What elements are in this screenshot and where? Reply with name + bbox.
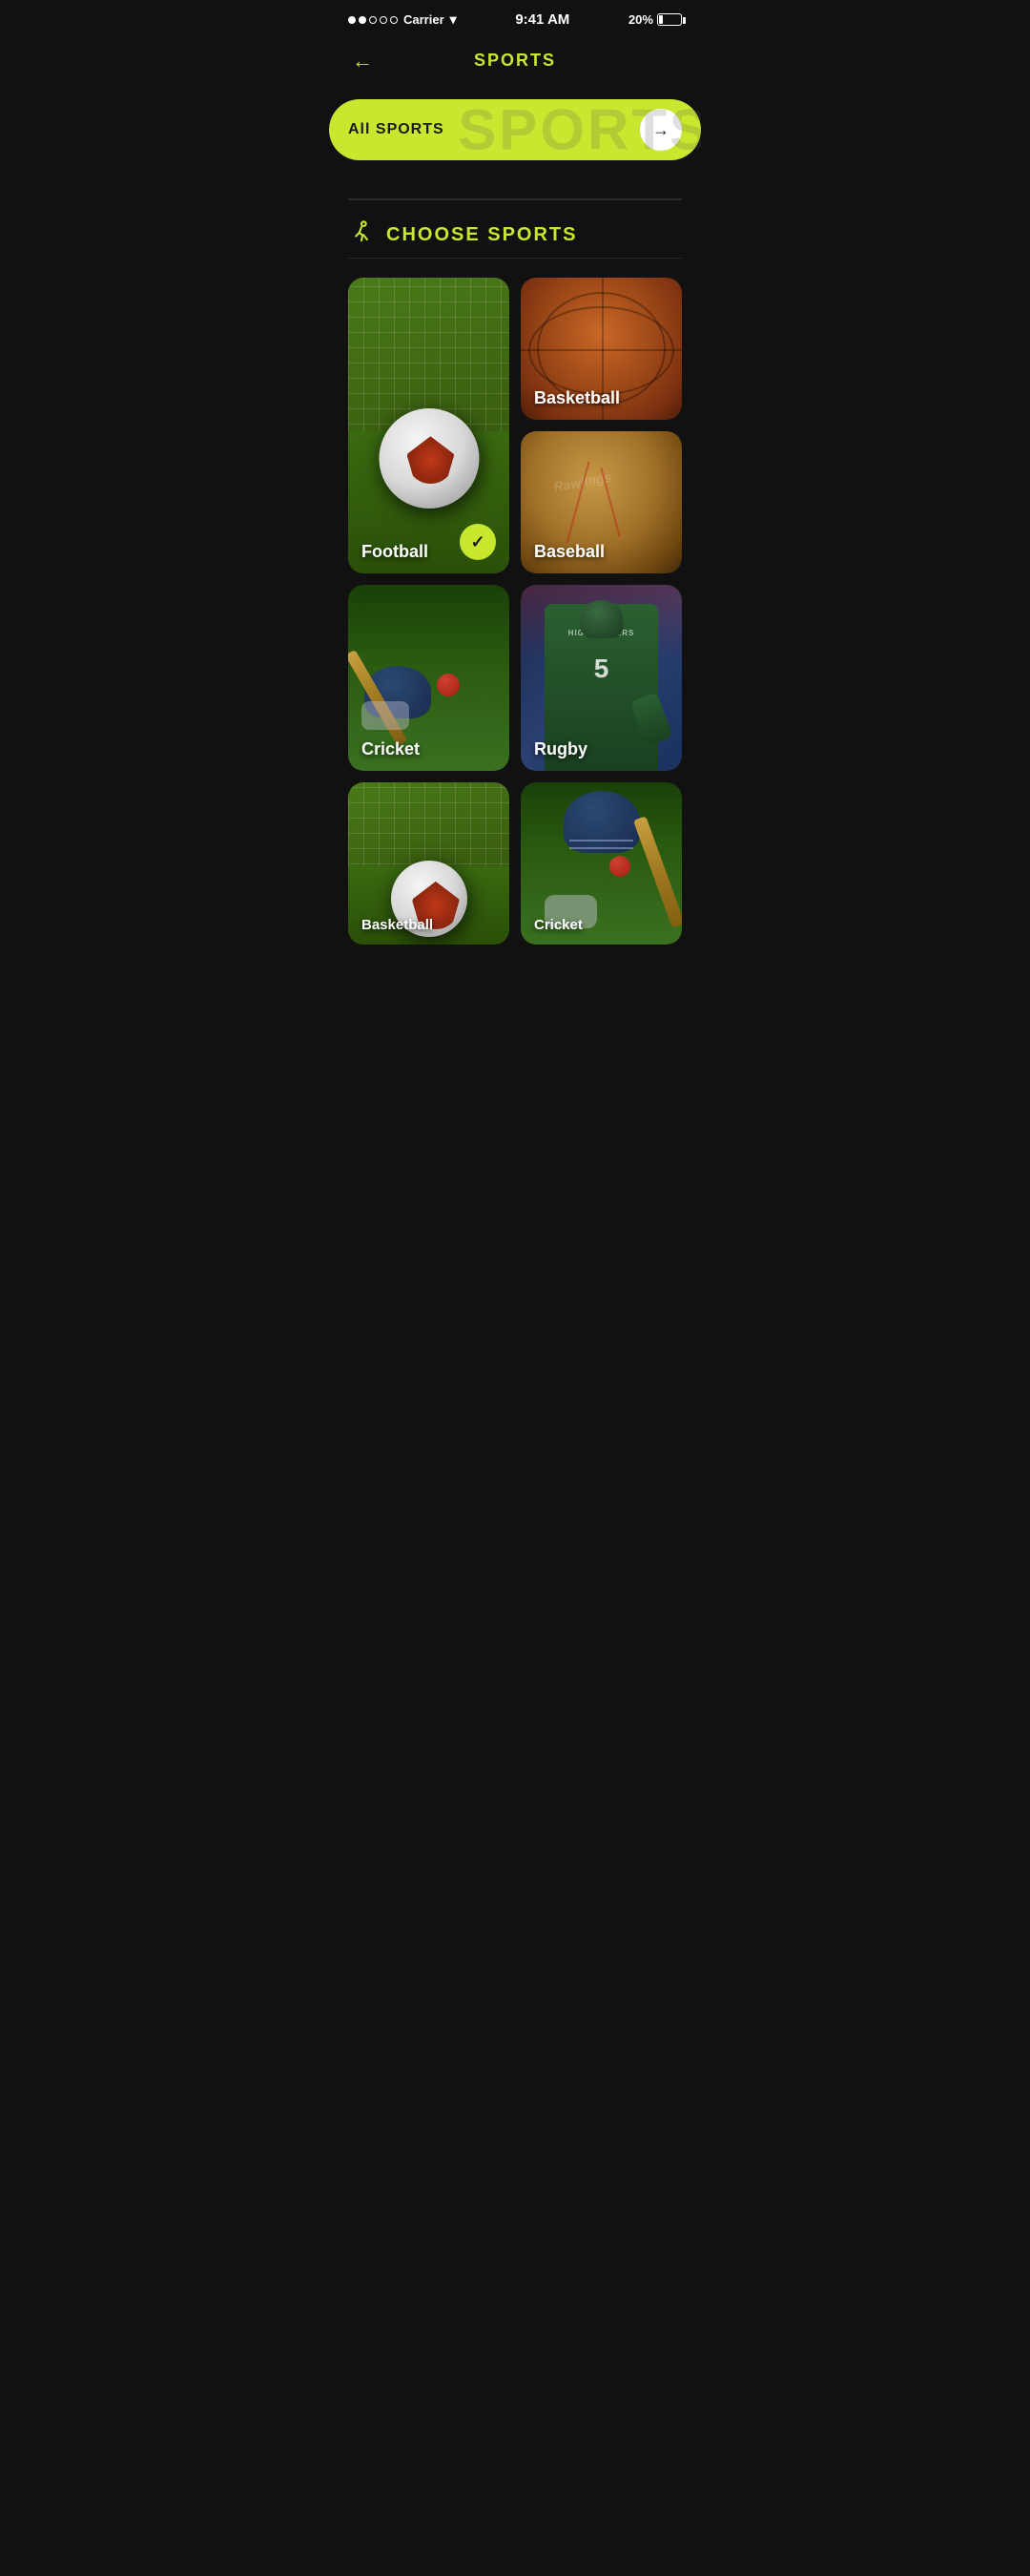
sport-card-rugby[interactable]: 5 HIGHLANDERS Rugby — [521, 585, 682, 771]
back-button[interactable]: ← — [352, 49, 373, 73]
sport-card-cricket2[interactable]: Cricket — [521, 782, 682, 945]
rugby-label: Rugby — [534, 739, 587, 759]
carrier-label: Carrier — [403, 12, 444, 27]
all-sports-label: All SPORTS — [348, 121, 625, 138]
right-column: Basketball Rawlings Baseball — [521, 278, 682, 573]
page-title: SPORTS — [474, 51, 556, 71]
cricket2-label: Cricket — [534, 917, 583, 933]
signal-dot-5 — [390, 16, 398, 24]
battery-icon — [657, 13, 682, 26]
divider-bottom — [348, 258, 682, 260]
sport-card-football[interactable]: Football ✓ — [348, 278, 509, 573]
signal-dot-1 — [348, 16, 356, 24]
sport-card-basketball[interactable]: Basketball — [521, 278, 682, 420]
sport-card-cricket[interactable]: Cricket — [348, 585, 509, 771]
all-sports-section: All SPORTS → SPORTS — [329, 90, 701, 170]
football-selected-check: ✓ — [460, 524, 496, 560]
choose-sports-header: CHOOSE SPORTS — [329, 200, 701, 258]
sports-grid-row2: Cricket 5 HIGHLANDERS Rugby — [329, 585, 701, 771]
basketball-label: Basketball — [534, 388, 620, 408]
baseball-label: Baseball — [534, 542, 605, 562]
page-header: ← SPORTS — [329, 35, 701, 90]
basketball2-label: Basketball — [361, 917, 433, 933]
signal-dot-3 — [369, 16, 377, 24]
signal-dot-4 — [380, 16, 387, 24]
all-sports-arrow: → — [640, 109, 682, 151]
battery-fill — [659, 15, 663, 24]
sports-grid-bottom: Basketball Cricket — [329, 771, 701, 967]
choose-sports-area: CHOOSE SPORTS — [329, 198, 701, 259]
wifi-icon: ▾ — [450, 11, 457, 28]
football-ball — [379, 408, 479, 509]
all-sports-button[interactable]: All SPORTS → — [329, 99, 701, 160]
status-bar: Carrier ▾ 9:41 AM 20% — [329, 0, 701, 35]
status-time: 9:41 AM — [515, 11, 569, 28]
running-icon — [348, 219, 375, 246]
status-left: Carrier ▾ — [348, 11, 457, 28]
signal-dots — [348, 16, 398, 24]
status-right: 20% — [628, 12, 682, 27]
sports-grid-main: Football ✓ Basketball Rawlings Baseball — [329, 278, 701, 573]
sport-card-baseball[interactable]: Rawlings Baseball — [521, 431, 682, 573]
choose-sports-title: CHOOSE SPORTS — [386, 224, 577, 246]
signal-dot-2 — [359, 16, 366, 24]
sport-card-basketball2[interactable]: Basketball — [348, 782, 509, 945]
battery-percent: 20% — [628, 12, 653, 27]
cricket-label: Cricket — [361, 739, 420, 759]
football-label: Football — [361, 542, 428, 562]
sports-icon — [348, 219, 375, 252]
